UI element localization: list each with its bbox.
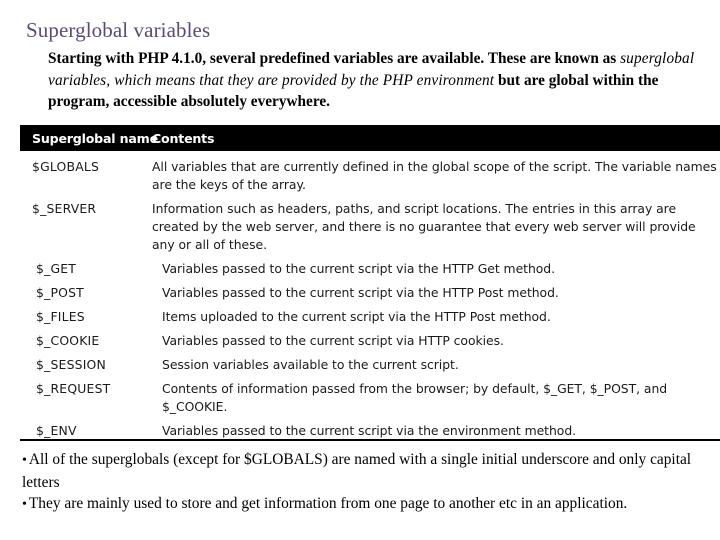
- bullet-item: • All of the superglobals (except for $GL…: [22, 449, 702, 493]
- superglobal-description-cell: All variables that are currently defined…: [152, 159, 717, 192]
- bullet-marker-icon: •: [22, 453, 27, 468]
- superglobal-name-cell: $_SERVER: [32, 201, 97, 216]
- table-row: $_SERVER Information such as headers, pat…: [20, 200, 720, 254]
- table-row: $_REQUEST Contents of information passed …: [20, 380, 720, 416]
- superglobal-name-cell: $GLOBALS: [32, 159, 100, 174]
- superglobal-name-cell: $_FILES: [36, 309, 85, 324]
- bullet-item-text: They are mainly used to store and get in…: [28, 495, 628, 512]
- superglobal-description-cell: Variables passed to the current script v…: [162, 285, 559, 300]
- column-header-superglobal-name: Superglobal name: [32, 130, 158, 146]
- superglobal-description-cell: Variables passed to the current script v…: [162, 333, 504, 348]
- intro-text-part-1: Starting with PHP 4.1.0, several predefi…: [48, 50, 621, 67]
- superglobals-table: Superglobal name Contents $GLOBALS All va…: [20, 125, 720, 446]
- superglobal-description-cell: Information such as headers, paths, and …: [152, 201, 696, 252]
- superglobal-name-cell: $_REQUEST: [36, 381, 111, 396]
- superglobal-name-cell: $_POST: [36, 285, 84, 300]
- bullet-item-text: All of the superglobals (except for $GLO…: [22, 451, 692, 491]
- table-row: $_ENV Variables passed to the current scr…: [20, 422, 720, 440]
- table-bottom-rule: [20, 439, 720, 441]
- table-row: $_COOKIE Variables passed to the current …: [20, 332, 720, 350]
- table-row: $_SESSION Session variables available to …: [20, 356, 720, 374]
- superglobal-name-cell: $_ENV: [36, 423, 77, 438]
- superglobal-description-cell: Session variables available to the curre…: [162, 357, 459, 372]
- table-row: $GLOBALS All variables that are currently…: [20, 158, 720, 194]
- intro-paragraph: Starting with PHP 4.1.0, several predefi…: [48, 48, 698, 113]
- superglobal-description-cell: Items uploaded to the current script via…: [162, 309, 551, 324]
- table-row: $_POST Variables passed to the current sc…: [20, 284, 720, 302]
- bullet-item: • They are mainly used to store and get i…: [22, 493, 702, 516]
- superglobal-description-cell: Contents of information passed from the …: [162, 381, 668, 414]
- superglobal-description-cell: Variables passed to the current script v…: [162, 261, 555, 276]
- table-row: $_GET Variables passed to the current scr…: [20, 260, 720, 278]
- page-title: Superglobal variables: [26, 18, 211, 42]
- superglobal-description-cell: Variables passed to the current script v…: [162, 423, 577, 438]
- table-header-row: Superglobal name Contents: [20, 125, 720, 151]
- summary-bullet-list: • All of the superglobals (except for $GL…: [22, 449, 702, 516]
- superglobal-name-cell: $_SESSION: [36, 357, 106, 372]
- bullet-marker-icon: •: [22, 497, 27, 512]
- superglobal-name-cell: $_GET: [36, 261, 77, 276]
- column-header-contents: Contents: [152, 130, 215, 146]
- superglobal-name-cell: $_COOKIE: [36, 333, 100, 348]
- table-row: $_FILES Items uploaded to the current scr…: [20, 308, 720, 326]
- table-body: $GLOBALS All variables that are currently…: [20, 151, 720, 440]
